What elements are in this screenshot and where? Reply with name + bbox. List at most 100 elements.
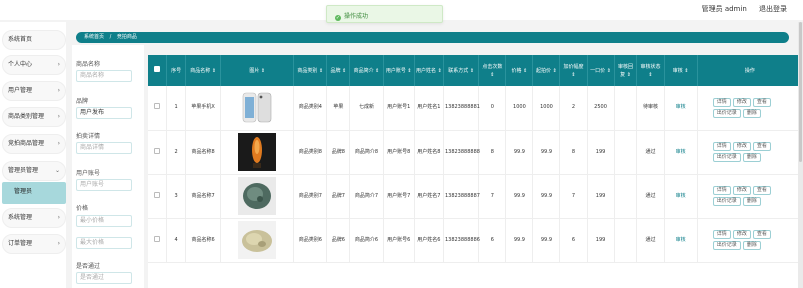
column-header[interactable]: 起拍价 ⇕	[532, 55, 561, 86]
delete-button[interactable]: 删除	[742, 241, 761, 250]
user-area: 管理员 admin 退出登录	[692, 4, 787, 14]
scrollbar-thumb[interactable]	[799, 22, 802, 162]
detail-input[interactable]: 商品详情	[76, 142, 132, 154]
bid-records-button[interactable]: 出价记录	[712, 197, 741, 206]
goods-image	[220, 174, 295, 219]
sidebar-item-categories[interactable]: 商品类别管理 ›	[2, 107, 66, 127]
filter-label-account: 用户账号	[76, 170, 101, 177]
view-button[interactable]: 查看	[752, 230, 771, 239]
bid-records-button[interactable]: 出价记录	[712, 108, 741, 118]
edit-button[interactable]: 修改	[732, 97, 751, 107]
brand-input[interactable]: 用户发布	[76, 107, 132, 119]
goods-image	[220, 86, 295, 131]
audit-link[interactable]: 审核	[664, 174, 698, 219]
audit-reply	[614, 86, 638, 131]
sidebar-item-home[interactable]: 系统首页	[2, 30, 66, 50]
sidebar-subitem-admin[interactable]: 管理员	[2, 182, 66, 204]
column-header[interactable]: 序号	[166, 55, 186, 86]
success-toast: ✓ 操作成功	[326, 5, 443, 23]
sidebar-item-orders[interactable]: 订单管理 ›	[2, 234, 66, 254]
sidebar-item-auction-goods[interactable]: 竞拍商品管理 ›	[2, 134, 66, 154]
column-header[interactable]: 品牌 ⇕	[326, 55, 351, 86]
view-button[interactable]: 查看	[752, 142, 771, 151]
check-icon: ✓	[335, 15, 341, 21]
user-label: 管理员 admin	[701, 5, 747, 13]
bid-step: 7	[559, 174, 588, 219]
column-header[interactable]: 商品简介 ⇕	[349, 55, 384, 86]
table-row: 1 苹果手机X 商品类别4 苹果 七成新 用户账号1 用户姓名1 13823888881 0 10…	[148, 86, 803, 131]
edit-button[interactable]: 修改	[732, 186, 751, 195]
detail-button[interactable]: 详情	[712, 186, 731, 195]
chevron-down-icon: ⌄	[54, 167, 60, 174]
column-header[interactable]: 商品名称 ⇕	[185, 55, 222, 86]
contact-phone: 13823888886	[443, 218, 480, 263]
vertical-scrollbar[interactable]	[798, 22, 803, 288]
max-price-input[interactable]: 最大价格	[76, 237, 132, 249]
column-header[interactable]: 用户账号 ⇕	[383, 55, 415, 86]
audit-link[interactable]: 审核	[664, 86, 698, 131]
delete-button[interactable]: 删除	[742, 153, 761, 162]
goods-intro: 七成新	[349, 86, 384, 131]
min-price-input[interactable]: 最小价格	[76, 215, 132, 227]
checkbox-icon	[154, 191, 161, 198]
edit-button[interactable]: 修改	[732, 230, 751, 239]
breadcrumb-home[interactable]: 系统首页	[84, 34, 104, 40]
column-header[interactable]: 审核 ⇕	[664, 55, 698, 86]
column-header[interactable]: 加价幅度 ⇕	[559, 55, 588, 86]
column-header[interactable]: 图片 ⇕	[220, 55, 295, 86]
price: 99.9	[505, 218, 534, 263]
goods-name: 商品名称7	[185, 174, 222, 219]
select-all-checkbox[interactable]	[148, 55, 168, 86]
passed-select[interactable]: 是否通过	[76, 272, 132, 284]
account-input[interactable]: 用户账号	[76, 179, 132, 191]
user-name: 用户姓名1	[414, 86, 444, 131]
view-button[interactable]: 查看	[752, 186, 771, 195]
sidebar-item-users[interactable]: 用户管理 ›	[2, 81, 66, 101]
bid-records-button[interactable]: 出价记录	[712, 153, 741, 162]
sidebar: 系统首页 个人中心 › 用户管理 › 商品类别管理 › 竞拍商品管理 › 管理员管理 ⌄ …	[0, 22, 66, 288]
row-checkbox[interactable]	[148, 174, 168, 219]
row-checkbox[interactable]	[148, 130, 168, 175]
goods-table: 序号 商品名称 ⇕ 图片 ⇕ 商品类别 ⇕ 品牌 ⇕ 商品简介 ⇕ 用户账号 ⇕…	[148, 55, 803, 288]
view-button[interactable]: 查看	[752, 97, 771, 107]
column-header[interactable]: 联系方式 ⇕	[443, 55, 480, 86]
bid-records-button[interactable]: 出价记录	[712, 241, 741, 250]
audit-status: 待审核	[636, 86, 665, 131]
sidebar-item-system[interactable]: 系统管理 ›	[2, 208, 66, 228]
audit-reply	[614, 174, 638, 219]
delete-button[interactable]: 删除	[742, 197, 761, 206]
goods-name: 苹果手机X	[185, 86, 222, 131]
goods-brand: 品牌7	[326, 174, 351, 219]
column-header[interactable]: 审核回复 ⇕	[614, 55, 638, 86]
column-header[interactable]: 用户姓名 ⇕	[414, 55, 444, 86]
price: 1000	[505, 86, 534, 131]
logout-link[interactable]: 退出登录	[759, 5, 787, 13]
goods-name: 商品名称6	[185, 218, 222, 263]
name-input[interactable]: 商品名称	[76, 70, 132, 82]
user-account: 用户账号1	[383, 86, 415, 131]
detail-button[interactable]: 详情	[712, 142, 731, 151]
detail-button[interactable]: 详情	[712, 97, 731, 107]
column-header[interactable]: 一口价 ⇕	[587, 55, 615, 86]
sidebar-item-profile[interactable]: 个人中心 ›	[2, 55, 66, 75]
click-count: 0	[478, 86, 507, 131]
edit-button[interactable]: 修改	[732, 142, 751, 151]
chevron-right-icon: ›	[57, 140, 60, 147]
column-header[interactable]: 审核状态 ⇕	[636, 55, 665, 86]
start-price: 99.9	[532, 174, 561, 219]
column-header[interactable]: 点击次数 ⇕	[478, 55, 507, 86]
row-checkbox[interactable]	[148, 86, 168, 131]
goods-intro: 商品简介8	[349, 130, 384, 175]
column-header[interactable]: 价格 ⇕	[505, 55, 534, 86]
detail-button[interactable]: 详情	[712, 230, 731, 239]
sidebar-item-admins[interactable]: 管理员管理 ⌄	[2, 161, 66, 181]
bid-step: 8	[559, 130, 588, 175]
delete-button[interactable]: 删除	[742, 108, 761, 118]
user-name: 用户姓名8	[414, 130, 444, 175]
column-header[interactable]: 商品类别 ⇕	[293, 55, 328, 86]
row-checkbox[interactable]	[148, 218, 168, 263]
goods-brand: 品牌8	[326, 130, 351, 175]
audit-link[interactable]: 审核	[664, 130, 698, 175]
audit-status: 通过	[636, 174, 665, 219]
audit-link[interactable]: 审核	[664, 218, 698, 263]
